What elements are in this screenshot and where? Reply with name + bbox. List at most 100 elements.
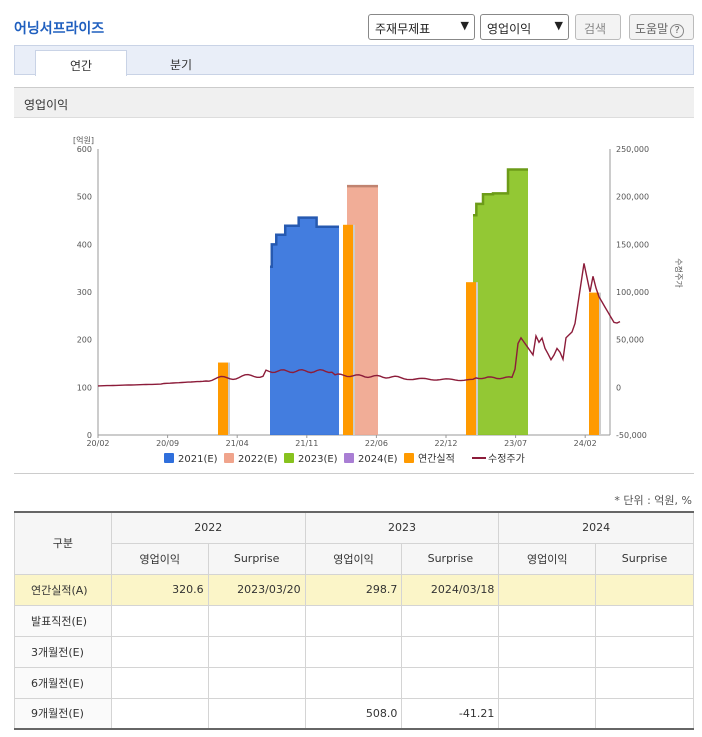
chevron-down-icon: ▼ [554,19,563,32]
x-tick-label: 21/11 [295,439,318,448]
x-tick-label: 22/12 [434,439,457,448]
y2-tick-label: -50,000 [616,431,647,440]
actual-bar [218,362,228,435]
legend-label: 2022(E) [238,454,278,465]
y2-axis-label: 수정주가 [674,258,684,288]
page-title: 어닝서프라이즈 [14,21,105,37]
y-tick-label: 600 [77,145,92,154]
x-tick-label: 22/06 [365,439,388,448]
actual-bar [589,292,599,435]
legend-swatch [284,453,294,463]
table-cell: 2024/03/18 [401,573,500,606]
y2-tick-label: 200,000 [616,193,649,202]
table-cell: 298.7 [304,573,403,606]
year-header: 2022 [110,511,306,544]
row-label: 3개월전(E) [14,635,112,668]
y-axis-label: [억원] [73,135,94,145]
x-tick-label: 24/02 [574,439,597,448]
table-cell: -41.21 [401,697,500,730]
table-cell [498,604,597,637]
sub-header: 영업이익 [110,542,209,575]
question-icon: ? [670,24,685,38]
year-header: 2023 [304,511,500,544]
tab-quarterly[interactable]: 분기 [135,50,227,76]
y2-tick-label: 100,000 [616,288,649,297]
table-cell [498,666,597,699]
table-cell [498,573,597,606]
table-cell [304,635,403,668]
search-button[interactable]: 검색 [575,14,621,40]
statement-type-value: 주재무제표 [375,22,431,36]
table-row: 9개월전(E) 508.0 -41.21 [14,697,694,730]
x-tick-label: 20/09 [156,439,179,448]
legend-swatch [164,453,174,463]
earnings-chart: 0100200300400500600-50,000050,000100,000… [73,135,684,465]
table-cell [595,635,694,668]
table-cell [207,697,306,730]
y-tick-label: 200 [77,336,92,345]
table-cell [595,666,694,699]
y2-tick-label: 50,000 [616,336,644,345]
table-cell [595,604,694,637]
legend-label: 수정주가 [488,453,525,465]
estimate-area-2021(E) [270,217,339,435]
y-tick-label: 500 [77,193,92,202]
legend-label: 2024(E) [358,454,398,465]
year-header: 2024 [498,511,694,544]
table-cell [401,666,500,699]
earnings-table: 구분 2022 2023 2024 영업이익 Surprise 영업이익 Sur… [14,511,694,730]
x-tick-label: 23/07 [504,439,527,448]
table-cell [595,697,694,730]
metric-select[interactable]: 영업이익 ▼ [480,14,569,40]
legend-label: 2021(E) [178,454,218,465]
statement-type-select[interactable]: 주재무제표 ▼ [368,14,475,40]
legend-swatch [344,453,354,463]
legend-swatch [404,453,414,463]
row-label: 9개월전(E) [14,697,112,730]
table-cell [401,604,500,637]
sub-header: 영업이익 [498,542,597,575]
y2-tick-label: 150,000 [616,240,649,249]
tab-annual[interactable]: 연간 [35,50,127,76]
bar-shadow [599,292,601,435]
sub-header: Surprise [595,542,694,575]
x-tick-label: 20/02 [86,439,109,448]
table-cell [304,666,403,699]
table-cell [110,666,209,699]
table-cell [401,635,500,668]
table-row: 3개월전(E) [14,635,694,668]
y-tick-label: 400 [77,240,92,249]
legend-swatch [224,453,234,463]
bar-shadow [228,362,230,435]
table-cell [110,697,209,730]
table-row: 연간실적(A) 320.6 2023/03/20 298.7 2024/03/18 [14,573,694,606]
row-label: 연간실적(A) [14,573,112,606]
bar-shadow [353,224,355,435]
table-cell [207,635,306,668]
legend-label: 2023(E) [298,454,338,465]
chart-panel: 영업이익 0 100 200 300 400 500 600 -50,000 0 50,000 10… [14,87,694,474]
y-tick-label: 100 [77,383,92,392]
period-tabs: 연간 분기 [14,45,694,76]
table-cell [207,666,306,699]
estimate-area-2023(E) [473,169,528,435]
table-cell [498,697,597,730]
table-cell [110,604,209,637]
y2-tick-label: 0 [616,383,621,392]
table-cell: 320.6 [110,573,209,606]
row-label: 6개월전(E) [14,666,112,699]
legend-label: 연간실적 [418,453,455,465]
corner-header: 구분 [14,511,112,575]
chart-header: 영업이익 [14,88,694,118]
chevron-down-icon: ▼ [460,19,469,32]
y2-tick-label: 250,000 [616,145,649,154]
help-button[interactable]: 도움말? [629,14,694,40]
help-label: 도움말 [635,22,669,36]
x-tick-label: 21/04 [226,439,249,448]
actual-bar [343,224,353,435]
table-cell: 508.0 [304,697,403,730]
table-cell [207,604,306,637]
table-cell [110,635,209,668]
table-cell: 2023/03/20 [207,573,306,606]
sub-header: Surprise [401,542,500,575]
